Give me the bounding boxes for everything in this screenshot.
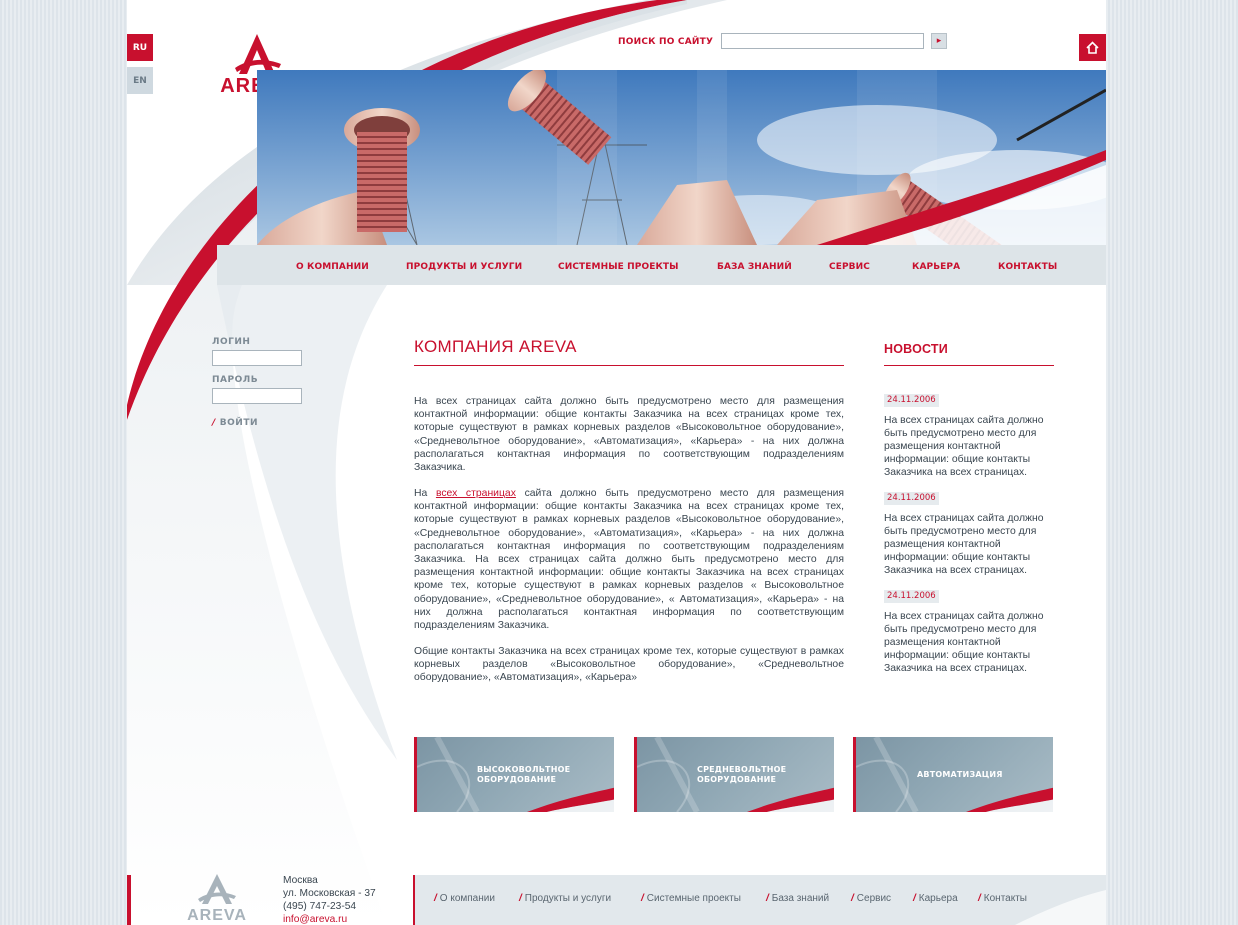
nav-item-projects[interactable]: СИСТЕМНЫЕ ПРОЕКТЫ	[558, 262, 679, 272]
footer-link-service[interactable]: / Сервис	[851, 893, 891, 904]
title-divider	[414, 365, 844, 366]
login-button-label: ВОЙТИ	[219, 418, 259, 428]
nav-item-knowledge[interactable]: БАЗА ЗНАНИЙ	[717, 262, 792, 272]
news-divider	[884, 365, 1054, 366]
areva-a-mark-icon	[198, 874, 236, 904]
nav-item-career[interactable]: КАРЬЕРА	[912, 262, 960, 272]
news-date: 24.11.2006	[884, 590, 939, 603]
home-icon	[1086, 41, 1099, 54]
password-label: ПАРОЛЬ	[212, 375, 259, 385]
tile-label: ВЫСОКОВОЛЬТНОЕ ОБОРУДОВАНИЕ	[477, 764, 571, 784]
footer-logo: AREVA	[172, 872, 262, 925]
slash-icon: /	[913, 893, 916, 904]
login-button[interactable]: / ВОЙТИ	[212, 418, 258, 428]
paragraph-text: На	[414, 488, 436, 499]
footer-link-company[interactable]: / О компании	[434, 893, 495, 904]
login-label: ЛОГИН	[212, 337, 251, 347]
slash-icon: /	[851, 893, 854, 904]
paragraph-text: сайта должно быть предусмотрено место дл…	[414, 488, 845, 632]
header-banner	[257, 70, 1106, 245]
footer-street: ул. Московская - 37	[283, 888, 376, 899]
slash-icon: /	[978, 893, 981, 904]
page-title: КОМПАНИЯ AREVA	[414, 337, 577, 356]
home-button[interactable]	[1079, 34, 1106, 61]
footer-link-career[interactable]: / Карьера	[913, 893, 958, 904]
slash-icon: /	[766, 893, 769, 904]
tile-medium-voltage[interactable]: СРЕДНЕВОЛЬТНОЕ ОБОРУДОВАНИЕ	[634, 737, 834, 812]
footer-accent	[127, 875, 131, 925]
tile-label: АВТОМАТИЗАЦИЯ	[917, 769, 1003, 779]
login-field[interactable]	[212, 350, 302, 366]
nav-item-contacts[interactable]: КОНТАКТЫ	[998, 262, 1057, 272]
search-button[interactable]: ▸	[931, 33, 947, 49]
search-label: ПОИСК ПО САЙТУ	[618, 37, 714, 47]
tile-high-voltage[interactable]: ВЫСОКОВОЛЬТНОЕ ОБОРУДОВАНИЕ	[414, 737, 614, 812]
all-pages-link[interactable]: всех страницах	[436, 488, 516, 499]
tile-label: СРЕДНЕВОЛЬТНОЕ ОБОРУДОВАНИЕ	[697, 764, 787, 784]
page: RU EN AREVA ПОИСК ПО САЙТУ ▸ @	[127, 0, 1106, 925]
footer-link-label: Сервис	[856, 893, 892, 904]
footer-link-projects[interactable]: / Системные проекты	[641, 893, 741, 904]
slash-icon: /	[641, 893, 644, 904]
slash-icon: /	[212, 418, 216, 428]
footer-link-label: Карьера	[918, 893, 958, 904]
news-date: 24.11.2006	[884, 492, 939, 505]
footer-link-label: Системные проекты	[646, 893, 741, 904]
lang-ru-button[interactable]: RU	[127, 34, 153, 61]
footer-phone: (495) 747-23-54	[283, 901, 357, 912]
footer-link-knowledge[interactable]: / База знаний	[766, 893, 829, 904]
footer-link-label: О компании	[439, 893, 495, 904]
main-paragraph-2: На всех страницах сайта должно быть пред…	[414, 487, 844, 632]
arrow-right-icon: ▸	[936, 36, 942, 46]
footer-email-link[interactable]: info@areva.ru	[283, 913, 347, 925]
main-paragraph-3: Общие контакты Заказчика на всех страниц…	[414, 646, 844, 684]
banner-image	[257, 70, 1106, 245]
main-nav: О КОМПАНИИ ПРОДУКТЫ И УСЛУГИ СИСТЕМНЫЕ П…	[217, 245, 1106, 285]
footer-link-contacts[interactable]: / Контакты	[978, 893, 1027, 904]
nav-item-company[interactable]: О КОМПАНИИ	[296, 262, 369, 272]
password-field[interactable]	[212, 388, 302, 404]
footer-logo-wordmark: AREVA	[187, 907, 247, 924]
news-date: 24.11.2006	[884, 394, 939, 407]
footer-city: Москва	[283, 875, 318, 886]
nav-item-service[interactable]: СЕРВИС	[829, 262, 870, 272]
footer-link-products[interactable]: / Продукты и услуги	[519, 893, 611, 904]
nav-item-products[interactable]: ПРОДУКТЫ И УСЛУГИ	[406, 262, 522, 272]
news-item[interactable]: На всех страницах сайта должно быть пред…	[884, 414, 1056, 479]
news-item[interactable]: На всех страницах сайта должно быть пред…	[884, 610, 1056, 675]
news-title: НОВОСТИ	[884, 342, 948, 356]
slash-icon: /	[519, 893, 522, 904]
tile-automation[interactable]: АВТОМАТИЗАЦИЯ	[853, 737, 1053, 812]
search-input[interactable]	[721, 33, 924, 49]
slash-icon: /	[434, 893, 437, 904]
lang-en-button[interactable]: EN	[127, 67, 153, 94]
footer-link-label: База знаний	[771, 893, 830, 904]
news-item[interactable]: На всех страницах сайта должно быть пред…	[884, 512, 1056, 577]
main-paragraph-1: На всех страницах сайта должно быть пред…	[414, 396, 844, 474]
footer-link-label: Контакты	[983, 893, 1027, 904]
footer-link-label: Продукты и услуги	[524, 893, 612, 904]
